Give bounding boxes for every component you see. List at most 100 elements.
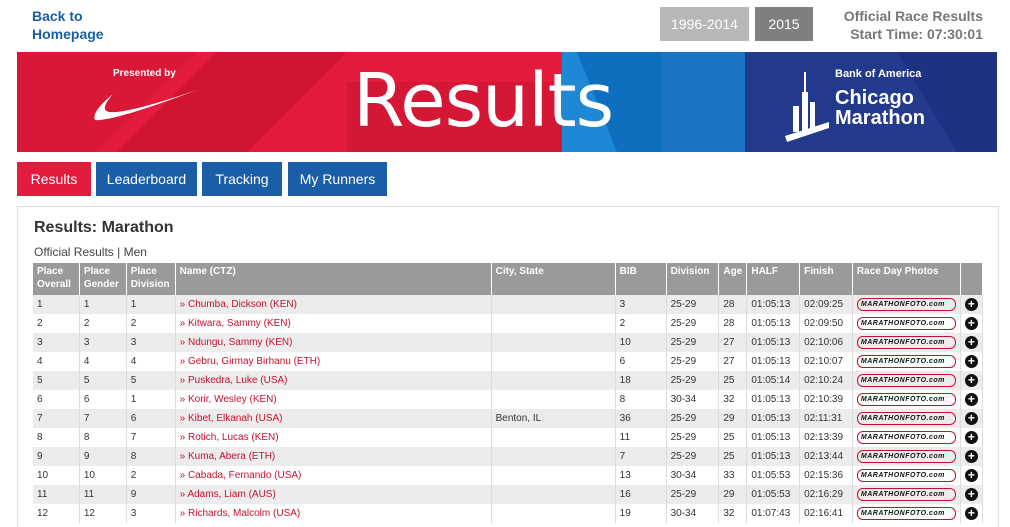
cell-runner-name[interactable]: » Rotich, Lucas (KEN) — [175, 428, 492, 447]
cell-half: 01:05:13 — [746, 352, 801, 371]
year-2015-button[interactable]: 2015 — [755, 7, 813, 41]
marathonfoto-logo-link[interactable]: MARATHONFOTO.com — [856, 431, 956, 444]
expand-plus-icon[interactable]: + — [964, 450, 978, 463]
runner-name-link[interactable]: » Puskedra, Luke (USA) — [180, 375, 288, 386]
cell-age: 32 — [718, 504, 748, 523]
marathonfoto-logo-link[interactable]: MARATHONFOTO.com — [856, 450, 956, 463]
marathonfoto-logo-link[interactable]: MARATHONFOTO.com — [856, 336, 956, 349]
runner-name-link[interactable]: » Kibet, Elkanah (USA) — [180, 413, 283, 424]
cell-division: 25-29 — [666, 485, 720, 504]
table-row: 2 2 2» Kitwara, Sammy (KEN) 2 25-29 28 01:05:1… — [33, 314, 984, 333]
cell-expand: + — [960, 447, 984, 466]
cell-division: 25-29 — [666, 295, 720, 314]
header-place-gender[interactable]: Place Gender — [79, 263, 127, 295]
cell-age: 27 — [718, 352, 748, 371]
header-age[interactable]: Age — [718, 263, 748, 295]
expand-plus-icon[interactable]: + — [964, 469, 978, 482]
cell-finish: 02:13:44 — [799, 447, 853, 466]
header-name[interactable]: Name (CTZ) — [175, 263, 492, 295]
cell-runner-name[interactable]: » Puskedra, Luke (USA) — [175, 371, 492, 390]
cell-runner-name[interactable]: » Cabada, Fernando (USA) — [175, 466, 492, 485]
cell-runner-name[interactable]: » Kitwara, Sammy (KEN) — [175, 314, 492, 333]
cell-city-state — [491, 428, 616, 447]
marathonfoto-logo-link[interactable]: MARATHONFOTO.com — [856, 298, 956, 311]
runner-name-link[interactable]: » Chumba, Dickson (KEN) — [180, 299, 297, 310]
header-bib[interactable]: BIB — [615, 263, 667, 295]
cell-race-day-photos: MARATHONFOTO.com — [852, 371, 961, 390]
cell-half: 01:05:53 — [746, 485, 801, 504]
header-city-state[interactable]: City, State — [491, 263, 616, 295]
expand-plus-icon[interactable]: + — [964, 317, 978, 330]
cell-runner-name[interactable]: » Kuma, Abera (ETH) — [175, 447, 492, 466]
cell-place-overall: 10 — [33, 466, 80, 485]
runner-name-link[interactable]: » Kitwara, Sammy (KEN) — [180, 318, 291, 329]
tab-results[interactable]: Results — [17, 162, 91, 196]
cell-place-gender: 3 — [79, 333, 127, 352]
brand-name: Bank of America — [835, 68, 922, 80]
cell-runner-name[interactable]: » Adams, Liam (AUS) — [175, 485, 492, 504]
cell-age: 33 — [718, 466, 748, 485]
runner-name-link[interactable]: » Cabada, Fernando (USA) — [180, 470, 302, 481]
marathonfoto-logo-link[interactable]: MARATHONFOTO.com — [856, 374, 956, 387]
header-place-division[interactable]: Place Division — [126, 263, 176, 295]
marathonfoto-logo-link[interactable]: MARATHONFOTO.com — [856, 507, 956, 520]
cell-division: 25-29 — [666, 352, 720, 371]
runner-name-link[interactable]: » Gebru, Girmay Birhanu (ETH) — [180, 356, 321, 367]
runner-name-link[interactable]: » Richards, Malcolm (USA) — [180, 508, 301, 519]
marathonfoto-logo-link[interactable]: MARATHONFOTO.com — [856, 355, 956, 368]
expand-plus-icon[interactable]: + — [964, 355, 978, 368]
cell-age: 32 — [718, 390, 748, 409]
header-half[interactable]: HALF — [746, 263, 801, 295]
marathonfoto-logo-link[interactable]: MARATHONFOTO.com — [856, 488, 956, 501]
cell-age: 28 — [718, 314, 748, 333]
event-name-line2: Marathon — [835, 107, 925, 129]
cell-place-overall: 7 — [33, 409, 80, 428]
expand-plus-icon[interactable]: + — [964, 393, 978, 406]
runner-name-link[interactable]: » Kuma, Abera (ETH) — [180, 451, 276, 462]
table-row: 1 1 1» Chumba, Dickson (KEN) 3 25-29 28 01:05:… — [33, 295, 984, 314]
back-to-homepage-link[interactable]: Back to Homepage — [32, 7, 122, 43]
cell-runner-name[interactable]: » Korir, Wesley (KEN) — [175, 390, 492, 409]
marathonfoto-logo-link[interactable]: MARATHONFOTO.com — [856, 469, 956, 482]
runner-name-link[interactable]: » Korir, Wesley (KEN) — [180, 394, 277, 405]
cell-place-division: 1 — [126, 295, 176, 314]
header-place-overall[interactable]: Place Overall — [33, 263, 80, 295]
expand-plus-icon[interactable]: + — [964, 336, 978, 349]
cell-runner-name[interactable]: » Richards, Malcolm (USA) — [175, 504, 492, 523]
cell-runner-name[interactable]: » Gebru, Girmay Birhanu (ETH) — [175, 352, 492, 371]
cell-expand: + — [960, 314, 984, 333]
marathonfoto-logo-link[interactable]: MARATHONFOTO.com — [856, 317, 956, 330]
cell-place-gender: 2 — [79, 314, 127, 333]
tab-my-runners[interactable]: My Runners — [288, 162, 387, 196]
header-division[interactable]: Division — [666, 263, 720, 295]
marathonfoto-logo-link[interactable]: MARATHONFOTO.com — [856, 393, 956, 406]
cell-expand: + — [960, 352, 984, 371]
runner-name-link[interactable]: » Ndungu, Sammy (KEN) — [180, 337, 293, 348]
table-row: 5 5 5» Puskedra, Luke (USA) 18 25-29 25 01:05:… — [33, 371, 984, 390]
expand-plus-icon[interactable]: + — [964, 298, 978, 311]
cell-city-state: Benton, IL — [491, 409, 616, 428]
runner-name-link[interactable]: » Adams, Liam (AUS) — [180, 489, 276, 500]
expand-plus-icon[interactable]: + — [964, 507, 978, 520]
header-finish[interactable]: Finish — [799, 263, 853, 295]
cell-runner-name[interactable]: » Kibet, Elkanah (USA) — [175, 409, 492, 428]
marathonfoto-logo-link[interactable]: MARATHONFOTO.com — [856, 412, 956, 425]
expand-plus-icon[interactable]: + — [964, 412, 978, 425]
cell-runner-name[interactable]: » Ndungu, Sammy (KEN) — [175, 333, 492, 352]
event-name-line1: Chicago — [835, 87, 914, 109]
tab-leaderboard[interactable]: Leaderboard — [96, 162, 197, 196]
cell-runner-name[interactable]: » Chumba, Dickson (KEN) — [175, 295, 492, 314]
expand-plus-icon[interactable]: + — [964, 431, 978, 444]
cell-place-division: 4 — [126, 352, 176, 371]
tab-tracking[interactable]: Tracking — [202, 162, 282, 196]
cell-finish: 02:10:06 — [799, 333, 853, 352]
cell-finish: 02:09:50 — [799, 314, 853, 333]
cell-race-day-photos: MARATHONFOTO.com — [852, 352, 961, 371]
runner-name-link[interactable]: » Rotich, Lucas (KEN) — [180, 432, 279, 443]
results-banner: Presented by Results Bank of America Chi… — [17, 52, 997, 152]
expand-plus-icon[interactable]: + — [964, 374, 978, 387]
expand-plus-icon[interactable]: + — [964, 488, 978, 501]
cell-division: 25-29 — [666, 409, 720, 428]
year-1996-2014-button[interactable]: 1996-2014 — [660, 7, 749, 41]
cell-division: 25-29 — [666, 314, 720, 333]
